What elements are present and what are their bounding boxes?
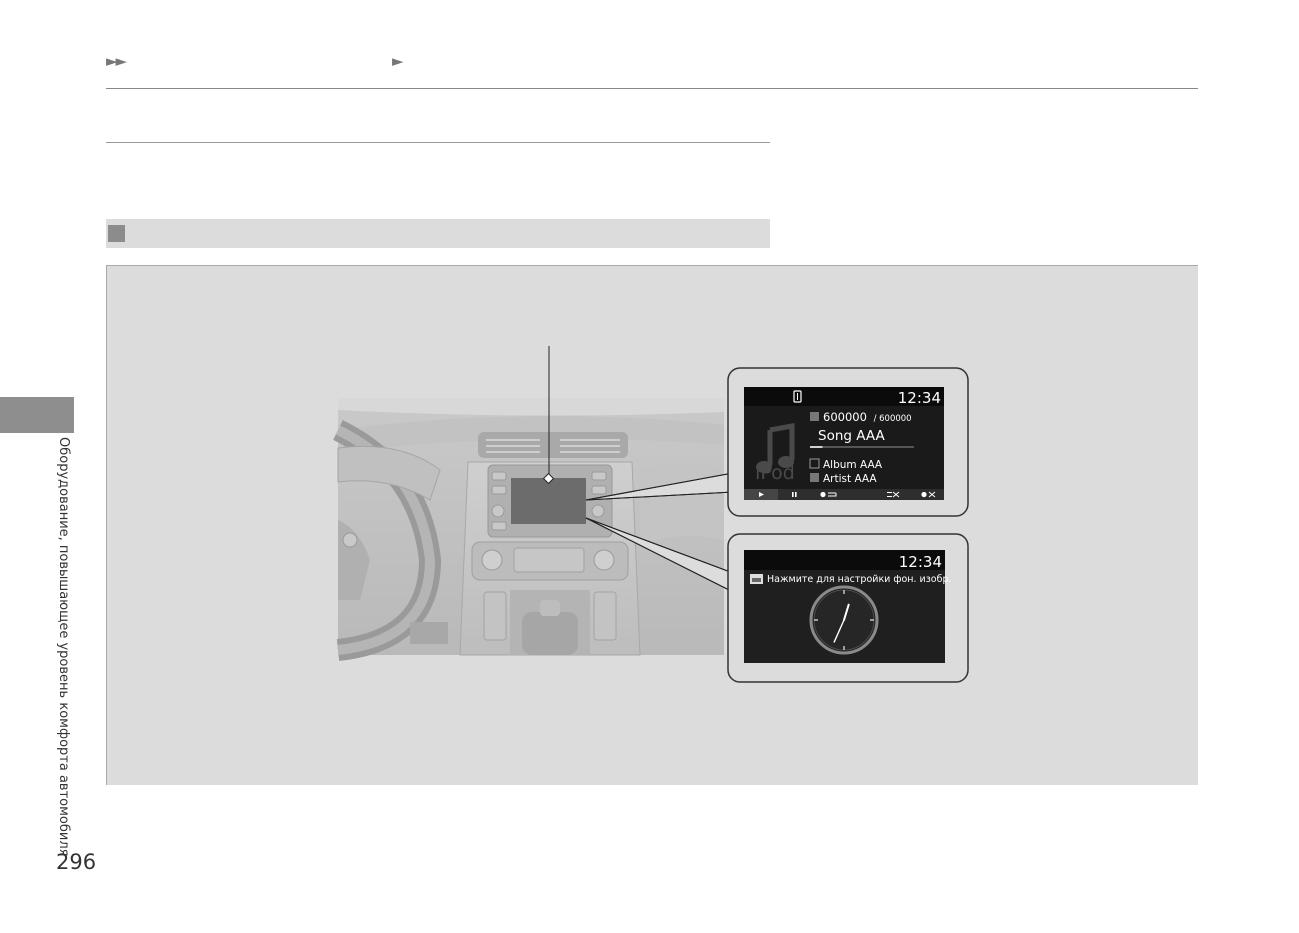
track-icon	[810, 412, 819, 421]
analog-clock	[809, 585, 879, 655]
song-title: Song AAA	[818, 428, 885, 444]
shuffle-all-icon	[921, 491, 927, 498]
clock-screen-callout: 12:34 Нажмите для настройки фон. изобр.	[727, 533, 969, 683]
audio-screen-callout: 12:34 iPod 600000 / 600000 Song AAA Albu…	[727, 367, 969, 517]
audio-clock: 12:34	[898, 389, 941, 407]
track-total: / 600000	[874, 414, 912, 424]
album-name: Album AAA	[823, 459, 883, 471]
clock-screen-time: 12:34	[899, 553, 942, 571]
dashboard-illustration: 12:34 iPod 600000 / 600000 Song AAA Albu…	[333, 346, 969, 683]
repeat-icon	[820, 491, 826, 498]
wallpaper-icon	[750, 574, 763, 584]
progress-track	[810, 446, 914, 448]
ipod-logo: iPod	[755, 462, 795, 484]
progress-fill	[810, 446, 823, 448]
track-counter: 600000	[823, 410, 867, 424]
wallpaper-hint[interactable]: Нажмите для настройки фон. изобр.	[767, 574, 952, 585]
artist-icon	[810, 473, 819, 482]
artist-name: Artist AAA	[823, 473, 877, 485]
pause-icon	[792, 492, 794, 497]
dashboard-photo	[333, 398, 724, 661]
